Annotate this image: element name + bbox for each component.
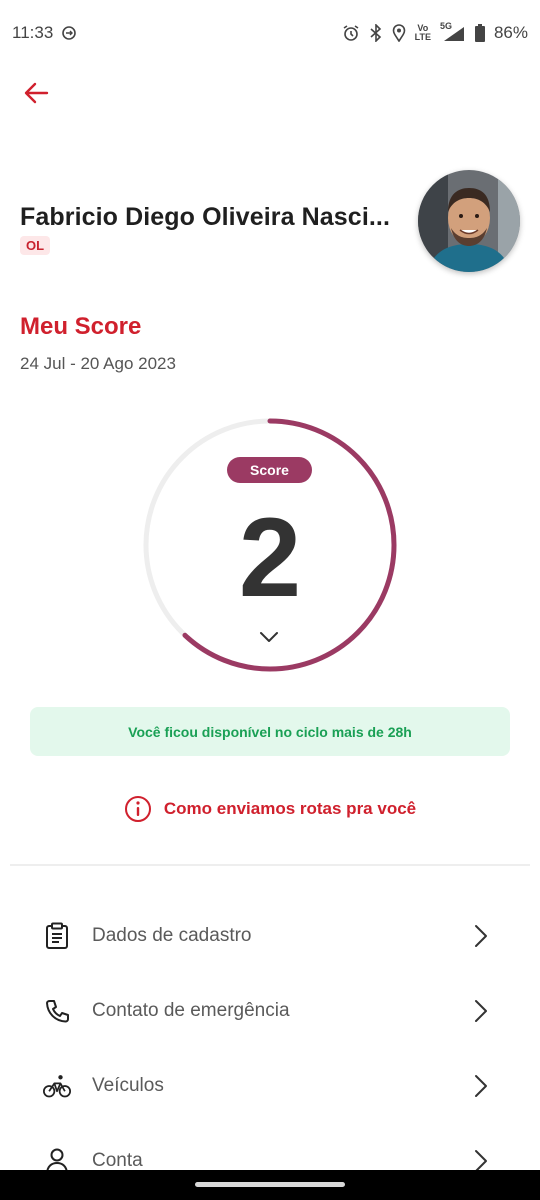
home-indicator[interactable] <box>195 1182 345 1187</box>
signal-icon: 5G <box>440 22 466 42</box>
divider <box>10 864 530 866</box>
how-routes-link-text: Como enviamos rotas pra você <box>163 799 417 818</box>
chevron-right-icon <box>475 925 487 947</box>
location-icon <box>392 24 406 42</box>
back-button[interactable] <box>18 76 54 110</box>
volte-icon: Vo LTE <box>414 23 431 42</box>
arrow-left-icon <box>24 82 49 104</box>
bicycle-icon <box>43 1072 71 1100</box>
menu-label: Dados de cadastro <box>92 925 252 946</box>
battery-percent: 86% <box>493 23 528 42</box>
info-icon <box>124 796 151 822</box>
score-title: Meu Score <box>20 313 142 340</box>
sync-icon <box>61 25 77 41</box>
menu-item-contato-emergencia[interactable]: Contato de emergência <box>0 981 540 1041</box>
user-name: Fabricio Diego Oliveira Nasci... <box>20 203 390 231</box>
avatar[interactable] <box>418 170 520 272</box>
status-bar: 11:33 Vo LTE 5G 86% <box>0 0 540 66</box>
score-label-pill: Score <box>227 457 312 483</box>
menu-label: Veículos <box>92 1075 164 1096</box>
score-value: 2 <box>238 495 302 620</box>
menu-label: Conta <box>92 1150 143 1171</box>
score-period: 24 Jul - 20 Ago 2023 <box>20 354 176 373</box>
menu-label: Contato de emergência <box>92 1000 290 1021</box>
how-routes-link[interactable]: Como enviamos rotas pra você <box>0 795 540 823</box>
availability-banner: Você ficou disponível no ciclo mais de 2… <box>30 707 510 756</box>
status-time: 11:33 <box>12 23 54 42</box>
clipboard-icon <box>43 922 71 950</box>
menu-item-dados-cadastro[interactable]: Dados de cadastro <box>0 906 540 966</box>
chevron-right-icon <box>475 1000 487 1022</box>
chevron-down-icon[interactable] <box>257 627 281 647</box>
battery-icon <box>474 24 485 42</box>
chevron-right-icon <box>475 1075 487 1097</box>
availability-text: Você ficou disponível no ciclo mais de 2… <box>128 723 412 740</box>
phone-icon <box>43 997 71 1025</box>
avatar-photo <box>418 170 520 272</box>
menu-item-veiculos[interactable]: Veículos <box>0 1056 540 1116</box>
bluetooth-icon <box>369 24 383 42</box>
alarm-icon <box>342 24 360 42</box>
user-badge: OL <box>20 236 51 255</box>
